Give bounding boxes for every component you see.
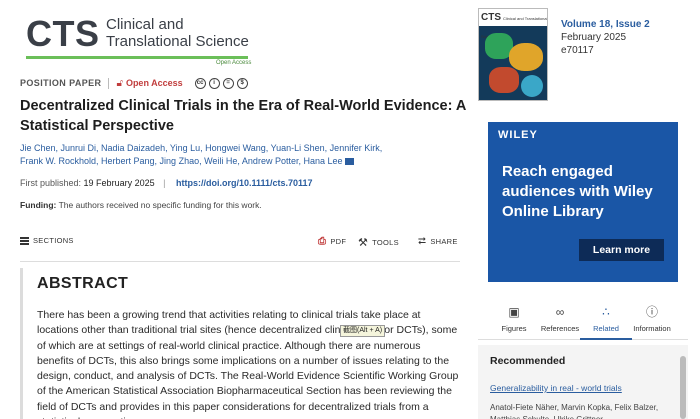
tab-related-label: Related <box>593 324 619 333</box>
issue-volume-link[interactable]: Volume 18, Issue 2 <box>561 18 650 31</box>
published-label: First published: <box>20 178 82 188</box>
cover-art <box>521 75 543 97</box>
publication-info: First published: 19 February 2025 | http… <box>20 178 313 188</box>
tab-references[interactable]: ∞ References <box>534 304 586 333</box>
tab-information[interactable]: ⓘ Information <box>626 304 678 333</box>
wrench-icon: ⚒ <box>358 237 369 249</box>
list-icon <box>20 236 29 245</box>
article-number: e70117 <box>561 45 594 56</box>
pdf-label: PDF <box>330 237 347 246</box>
logo-subtitle-line2: Translational Science <box>106 33 249 50</box>
logo-subtitle-line1: Clinical and <box>106 16 184 33</box>
cover-art <box>509 43 543 71</box>
published-date: 19 February 2025 <box>83 178 155 188</box>
article-meta-row: POSITION PAPER 🔓︎ Open Access cc i = $ <box>20 76 248 90</box>
open-access-label[interactable]: Open Access <box>126 78 183 88</box>
share-button[interactable]: ⮂ SHARE <box>418 236 458 247</box>
funding-label: Funding: <box>20 200 57 210</box>
tab-related[interactable]: ∴ Related <box>580 304 632 340</box>
logo-text: CTS <box>26 13 100 54</box>
sections-button[interactable]: SECTIONS <box>20 236 74 245</box>
abstract-text: There has been a growing trend that acti… <box>37 309 459 419</box>
cover-header: CTSClinical and Translational Science <box>479 9 547 39</box>
panel-scrollbar[interactable] <box>680 356 686 419</box>
network-icon: ∴ <box>602 305 610 319</box>
attribution-icon: i <box>208 77 220 89</box>
noderivs-icon: = <box>222 77 234 89</box>
share-icon: ⮂ <box>418 236 427 247</box>
article-type: POSITION PAPER <box>20 78 102 88</box>
pdf-icon: ⎙ <box>318 236 327 247</box>
logo-open-access: Open Access <box>216 60 252 66</box>
authors-line-2: Frank W. Rockhold, Herbert Pang, Jing Zh… <box>20 155 390 168</box>
journal-logo[interactable]: CTS Clinical and Translational Science O… <box>26 13 256 66</box>
license-icons[interactable]: cc i = $ <box>194 77 248 89</box>
divider: | <box>163 178 166 188</box>
tab-references-label: References <box>540 324 580 333</box>
noncommercial-icon: $ <box>236 77 248 89</box>
side-panel-tabs: ▣ Figures ∞ References ∴ Related ⓘ Infor… <box>478 300 688 340</box>
wiley-ad-banner[interactable]: WILEY Reach engaged audiences with Wiley… <box>488 122 678 282</box>
email-icon[interactable] <box>344 158 354 166</box>
open-lock-icon: 🔓︎ <box>116 77 123 89</box>
screenshot-tooltip: 截图(Alt + A) <box>340 325 386 337</box>
link-icon: ∞ <box>555 305 565 319</box>
ad-headline: Reach engaged audiences with Wiley Onlin… <box>502 163 653 220</box>
tab-figures-label: Figures <box>501 324 527 333</box>
image-icon: ▣ <box>508 305 520 319</box>
authors-line-1[interactable]: Jie Chen, Junrui Di, Nadia Daizadeh, Yin… <box>20 142 390 155</box>
recommended-article-authors: Anatol-Fiete Näher, Marvin Kopka, Felix … <box>490 403 659 419</box>
authors-line-2-text[interactable]: Frank W. Rockhold, Herbert Pang, Jing Zh… <box>20 156 343 166</box>
recommended-heading: Recommended <box>490 355 566 367</box>
section-divider <box>20 261 460 262</box>
funding-statement: Funding: The authors received no specifi… <box>20 200 262 210</box>
article-toolbar: SECTIONS ⎙ PDF ⚒ TOOLS ⮂ SHARE <box>20 236 460 250</box>
pdf-button[interactable]: ⎙ PDF <box>318 236 346 247</box>
author-list: Jie Chen, Junrui Di, Nadia Daizadeh, Yin… <box>20 142 390 168</box>
abstract-heading: ABSTRACT <box>37 275 129 292</box>
journal-cover[interactable]: CTSClinical and Translational Science <box>478 8 548 101</box>
tools-button[interactable]: ⚒ TOOLS <box>358 236 399 249</box>
logo-subtitle: Clinical and Translational Science <box>106 16 249 50</box>
tab-information-label: Information <box>633 324 671 333</box>
learn-more-button[interactable]: Learn more <box>579 239 664 261</box>
tab-figures[interactable]: ▣ Figures <box>488 304 540 333</box>
recommended-panel: Recommended Generalizability in real - w… <box>478 345 688 419</box>
funding-text: The authors received no specific funding… <box>58 200 262 210</box>
info-icon: ⓘ <box>645 305 658 319</box>
tools-label: TOOLS <box>372 238 399 247</box>
abstract-section: ABSTRACT There has been a growing trend … <box>20 268 460 419</box>
cover-title: CTS <box>481 12 501 23</box>
cover-art <box>489 67 519 93</box>
share-label: SHARE <box>430 237 458 246</box>
divider <box>108 77 110 89</box>
article-title: Decentralized Clinical Trials in the Era… <box>20 98 466 134</box>
cc-icon: cc <box>194 77 206 89</box>
logo-rule <box>26 56 248 59</box>
wiley-logo: WILEY <box>498 129 538 141</box>
recommended-article-link[interactable]: Generalizability in real - world trials <box>490 383 622 393</box>
issue-info: Volume 18, Issue 2 February 2025 e70117 <box>561 18 650 57</box>
doi-link[interactable]: https://doi.org/10.1111/cts.70117 <box>176 178 313 188</box>
issue-date: February 2025 <box>561 32 627 43</box>
sections-label: SECTIONS <box>33 236 74 245</box>
